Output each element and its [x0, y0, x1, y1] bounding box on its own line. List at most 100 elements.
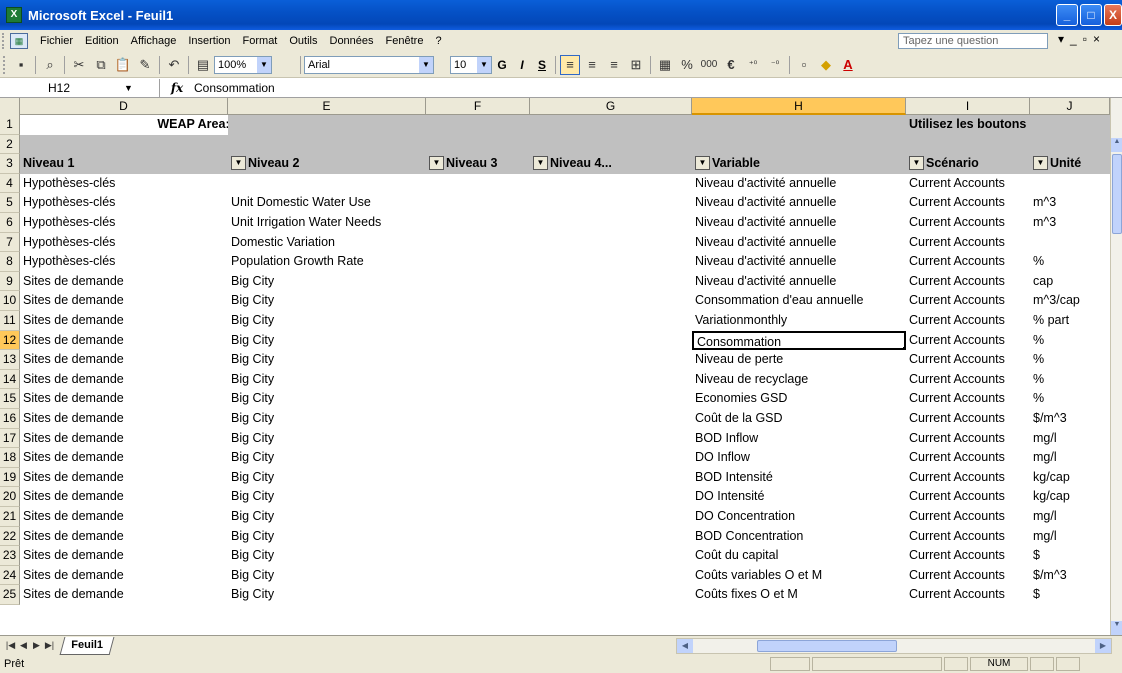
last-sheet-icon[interactable]: ▶|	[43, 640, 56, 651]
cell-d5[interactable]: Hypothèses-clés	[20, 193, 228, 213]
cell-i9[interactable]: Current Accounts	[906, 272, 1030, 292]
cell-i4[interactable]: Current Accounts	[906, 174, 1030, 194]
percent-button[interactable]: %	[677, 55, 697, 75]
cell-d20[interactable]: Sites de demande	[20, 487, 228, 507]
cell-g18[interactable]	[530, 448, 692, 468]
cell-f15[interactable]	[426, 389, 530, 409]
save-icon[interactable]: ▪	[11, 55, 31, 75]
menubar-grip[interactable]	[2, 33, 8, 49]
row-header[interactable]: 14	[0, 369, 20, 390]
currency-format-icon[interactable]: ▦	[655, 55, 675, 75]
cell-e2[interactable]	[228, 134, 426, 155]
cell-d13[interactable]: Sites de demande	[20, 350, 228, 370]
cell-j14[interactable]: %	[1030, 370, 1110, 390]
cell-j18[interactable]: mg/l	[1030, 448, 1110, 468]
increase-decimal-icon[interactable]: ⁺⁰	[743, 55, 763, 75]
cell-d7[interactable]: Hypothèses-clés	[20, 233, 228, 253]
cell-e11[interactable]: Big City	[228, 311, 426, 331]
cell-g1[interactable]	[530, 115, 692, 135]
cell-i2[interactable]	[906, 134, 1030, 155]
cell-g15[interactable]	[530, 389, 692, 409]
cell-h14[interactable]: Niveau de recyclage	[692, 370, 906, 390]
cell-e24[interactable]: Big City	[228, 566, 426, 586]
row-header[interactable]: 9	[0, 271, 20, 292]
menu-fenetre[interactable]: Fenêtre	[380, 35, 430, 47]
cell-e4[interactable]	[228, 174, 426, 194]
cell-d9[interactable]: Sites de demande	[20, 272, 228, 292]
cell-f9[interactable]	[426, 272, 530, 292]
cell-d14[interactable]: Sites de demande	[20, 370, 228, 390]
menu-fichier[interactable]: Fichier	[34, 35, 79, 47]
row-header[interactable]: 2	[0, 134, 20, 155]
cell-i1[interactable]: Utilisez les boutons ci-dessous	[906, 115, 1030, 135]
formula-input[interactable]: Consommation	[194, 81, 275, 95]
cell-f25[interactable]	[426, 585, 530, 605]
cell-d16[interactable]: Sites de demande	[20, 409, 228, 429]
cut-icon[interactable]: ✂	[69, 55, 89, 75]
fill-color-icon[interactable]: ◆	[816, 55, 836, 75]
cell-f12[interactable]	[426, 331, 530, 351]
cell-h13[interactable]: Niveau de perte	[692, 350, 906, 370]
cell-i23[interactable]: Current Accounts	[906, 546, 1030, 566]
row-header[interactable]: 6	[0, 213, 20, 233]
cell-e10[interactable]: Big City	[228, 291, 426, 311]
cell-e22[interactable]: Big City	[228, 527, 426, 547]
cell-f22[interactable]	[426, 527, 530, 547]
cell-e21[interactable]: Big City	[228, 507, 426, 527]
print-preview-icon[interactable]: ⌕	[40, 55, 60, 75]
row-header[interactable]: 13	[0, 350, 20, 370]
cell-j17[interactable]: mg/l	[1030, 429, 1110, 449]
cell-j15[interactable]: %	[1030, 389, 1110, 409]
cell-g7[interactable]	[530, 233, 692, 253]
cell-e3[interactable]: ▼ Niveau 2	[228, 154, 426, 174]
cell-h20[interactable]: DO Intensité	[692, 487, 906, 507]
row-header[interactable]: 19	[0, 467, 20, 488]
cell-d2[interactable]	[20, 134, 228, 155]
row-header[interactable]: 8	[0, 252, 20, 272]
cell-g20[interactable]	[530, 487, 692, 507]
row-header[interactable]: 18	[0, 448, 20, 468]
cell-d25[interactable]: Sites de demande	[20, 585, 228, 605]
cell-i21[interactable]: Current Accounts	[906, 507, 1030, 527]
cell-h16[interactable]: Coût de la GSD	[692, 409, 906, 429]
menu-edition[interactable]: Edition	[79, 35, 125, 47]
filter-dropdown-icon[interactable]: ▼	[231, 155, 246, 170]
cell-h2[interactable]	[692, 134, 906, 155]
cell-e6[interactable]: Unit Irrigation Water Needs	[228, 213, 426, 233]
row-header[interactable]: 15	[0, 389, 20, 409]
align-right-icon[interactable]: ≡	[604, 55, 624, 75]
cell-d23[interactable]: Sites de demande	[20, 546, 228, 566]
cell-g10[interactable]	[530, 291, 692, 311]
column-header-j[interactable]: J	[1030, 98, 1110, 115]
cell-g5[interactable]	[530, 193, 692, 213]
cell-j23[interactable]: $	[1030, 546, 1110, 566]
undo-icon[interactable]: ↶	[164, 55, 184, 75]
cell-j11[interactable]: % part	[1030, 311, 1110, 331]
cell-j19[interactable]: kg/cap	[1030, 468, 1110, 488]
cell-i18[interactable]: Current Accounts	[906, 448, 1030, 468]
cell-d11[interactable]: Sites de demande	[20, 311, 228, 331]
cell-h19[interactable]: BOD Intensité	[692, 468, 906, 488]
name-box[interactable]: H12 ▼	[0, 78, 160, 97]
cell-f6[interactable]	[426, 213, 530, 233]
cell-j4[interactable]	[1030, 174, 1110, 194]
cell-f7[interactable]	[426, 233, 530, 253]
row-header[interactable]: 21	[0, 507, 20, 527]
cell-i8[interactable]: Current Accounts	[906, 252, 1030, 272]
cell-e13[interactable]: Big City	[228, 350, 426, 370]
cell-f17[interactable]	[426, 429, 530, 449]
cell-g2[interactable]	[530, 134, 692, 155]
column-header-g[interactable]: G	[530, 98, 692, 115]
filter-dropdown-icon[interactable]: ▼	[533, 155, 548, 170]
scroll-left-icon[interactable]: ◀	[677, 639, 693, 653]
cell-g9[interactable]	[530, 272, 692, 292]
next-sheet-icon[interactable]: ▶	[30, 640, 43, 651]
cell-e20[interactable]: Big City	[228, 487, 426, 507]
cell-g23[interactable]	[530, 546, 692, 566]
menu-affichage[interactable]: Affichage	[125, 35, 183, 47]
minimize-button[interactable]: _	[1056, 4, 1078, 26]
select-all-corner[interactable]	[0, 98, 20, 115]
row-header[interactable]: 20	[0, 487, 20, 507]
row-header[interactable]: 17	[0, 428, 20, 449]
cell-j24[interactable]: $/m^3	[1030, 566, 1110, 586]
